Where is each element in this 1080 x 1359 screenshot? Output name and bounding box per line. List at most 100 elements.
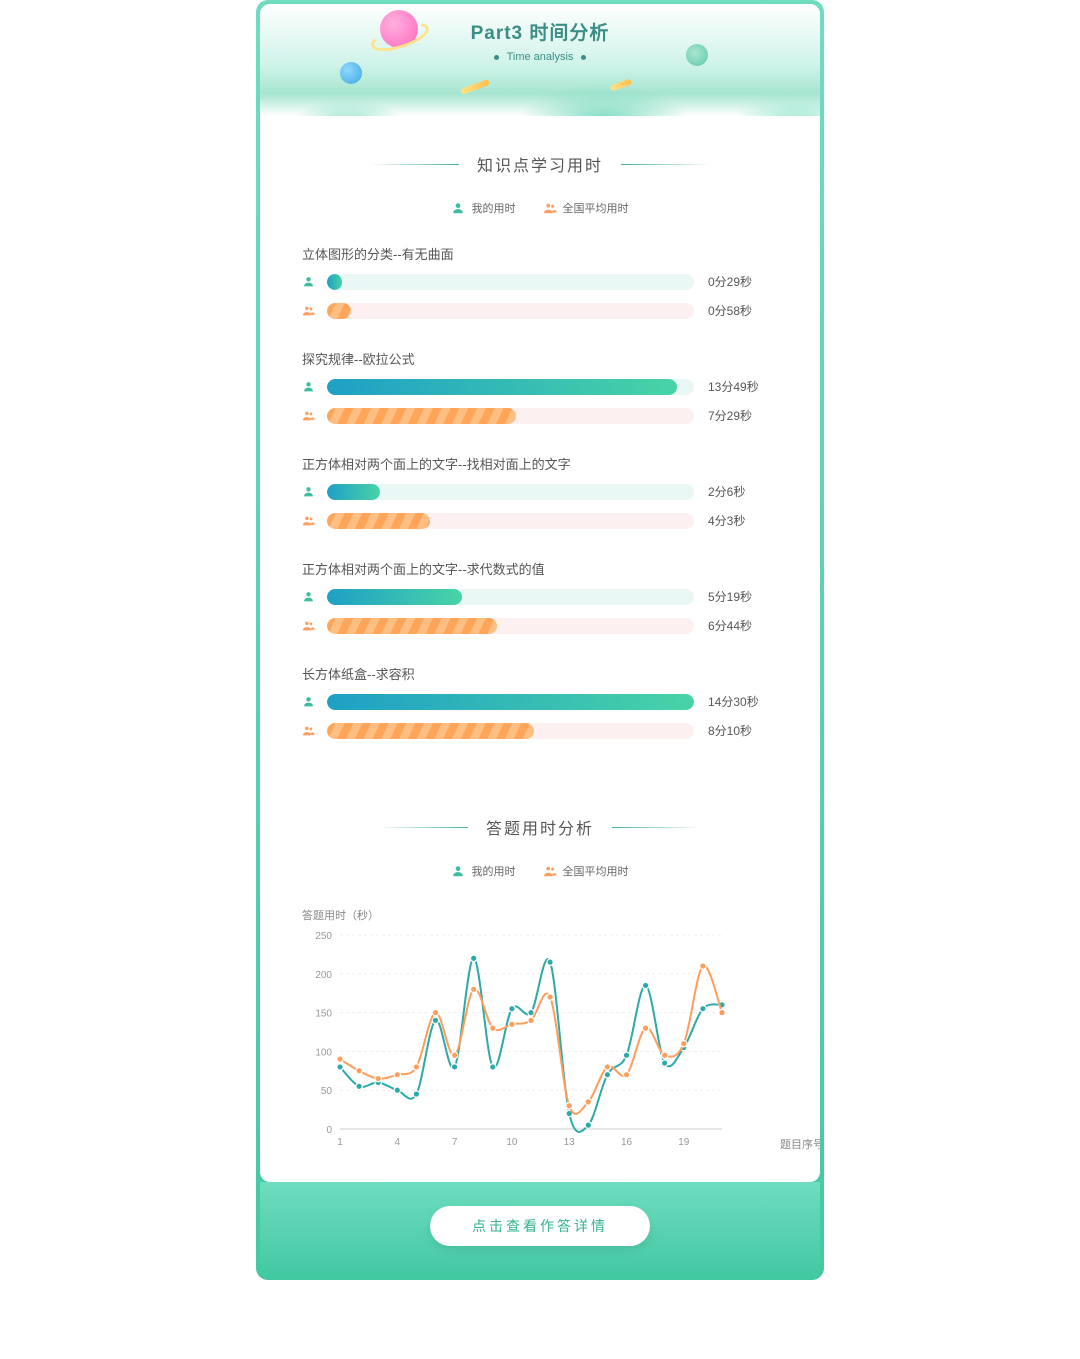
divider-line-right <box>621 164 711 165</box>
knowledge-item: 长方体纸盒--求容积 14分30秒 8分10秒 <box>302 664 778 739</box>
section-title-text: 答题用时分析 <box>486 815 594 839</box>
group-icon <box>543 864 557 878</box>
view-answer-details-button[interactable]: 点击查看作答详情 <box>430 1206 650 1246</box>
bar-fill <box>327 589 462 605</box>
time-value-avg: 6分44秒 <box>708 617 778 634</box>
bar-track <box>327 589 694 605</box>
knowledge-item-title: 正方体相对两个面上的文字--找相对面上的文字 <box>302 454 778 473</box>
divider-line-left <box>378 827 468 828</box>
legend-label-avg: 全国平均用时 <box>563 200 629 216</box>
bar-track <box>327 513 694 529</box>
group-icon <box>302 409 315 422</box>
time-bar-mine: 13分49秒 <box>302 378 778 395</box>
svg-text:4: 4 <box>395 1137 401 1148</box>
group-icon <box>302 619 315 632</box>
bar-track <box>327 379 694 395</box>
footer: 点击查看作答详情 <box>260 1182 820 1276</box>
legend-item-avg: 全国平均用时 <box>543 863 629 879</box>
bar-fill <box>327 274 342 290</box>
time-value-mine: 13分49秒 <box>708 378 778 395</box>
report-card: Part3 时间分析 Time analysis 知识点学习用时 我的用时 全国… <box>256 0 824 1280</box>
time-bar-avg: 7分29秒 <box>302 407 778 424</box>
svg-text:250: 250 <box>315 931 332 942</box>
bar-track <box>327 484 694 500</box>
knowledge-item: 正方体相对两个面上的文字--找相对面上的文字 2分6秒 4分3秒 <box>302 454 778 529</box>
time-bar-mine: 5分19秒 <box>302 588 778 605</box>
group-icon <box>302 514 315 527</box>
chart-box: 05010015020025014710131619 题目序号 <box>302 927 778 1162</box>
time-value-avg: 7分29秒 <box>708 407 778 424</box>
section-title-text: 知识点学习用时 <box>477 152 603 176</box>
knowledge-item-title: 正方体相对两个面上的文字--求代数式的值 <box>302 559 778 578</box>
svg-text:13: 13 <box>564 1137 576 1148</box>
person-icon <box>302 695 315 708</box>
section-title: 知识点学习用时 <box>260 152 820 176</box>
time-bar-mine: 0分29秒 <box>302 273 778 290</box>
knowledge-item-title: 探究规律--欧拉公式 <box>302 349 778 368</box>
bar-fill <box>327 618 497 634</box>
svg-text:150: 150 <box>315 1009 332 1020</box>
planet-blue-icon <box>340 62 362 84</box>
time-bar-mine: 14分30秒 <box>302 693 778 710</box>
time-value-avg: 4分3秒 <box>708 512 778 529</box>
person-icon <box>302 590 315 603</box>
knowledge-item-title: 长方体纸盒--求容积 <box>302 664 778 683</box>
svg-text:200: 200 <box>315 970 332 981</box>
knowledge-time-list: 立体图形的分类--有无曲面 0分29秒 0分58秒探究规律--欧拉公式 13分49秒 7… <box>260 244 820 779</box>
time-value-mine: 2分6秒 <box>708 483 778 500</box>
person-icon <box>451 864 465 878</box>
svg-text:19: 19 <box>678 1137 690 1148</box>
card-inner: Part3 时间分析 Time analysis 知识点学习用时 我的用时 全国… <box>260 4 820 1182</box>
person-icon <box>302 380 315 393</box>
time-value-mine: 5分19秒 <box>708 588 778 605</box>
time-value-mine: 14分30秒 <box>708 693 778 710</box>
time-value-mine: 0分29秒 <box>708 273 778 290</box>
time-bar-mine: 2分6秒 <box>302 483 778 500</box>
legend-label-avg: 全国平均用时 <box>563 863 629 879</box>
chart-ylabel: 答题用时（秒） <box>302 907 778 923</box>
time-bar-avg: 8分10秒 <box>302 722 778 739</box>
time-value-avg: 0分58秒 <box>708 302 778 319</box>
legend: 我的用时 全国平均用时 <box>260 863 820 881</box>
time-value-avg: 8分10秒 <box>708 722 778 739</box>
section-title: 答题用时分析 <box>260 815 820 839</box>
bar-track <box>327 618 694 634</box>
legend-item-mine: 我的用时 <box>451 863 515 879</box>
bar-track <box>327 408 694 424</box>
knowledge-item: 立体图形的分类--有无曲面 0分29秒 0分58秒 <box>302 244 778 319</box>
time-bar-avg: 0分58秒 <box>302 302 778 319</box>
svg-text:0: 0 <box>326 1125 332 1136</box>
time-bar-avg: 4分3秒 <box>302 512 778 529</box>
bar-fill <box>327 723 534 739</box>
chart-xlabel: 题目序号 <box>780 1136 820 1152</box>
bar-fill <box>327 694 694 710</box>
answer-time-chart: 答题用时（秒） 05010015020025014710131619 题目序号 <box>260 907 820 1182</box>
page-subtitle: Time analysis <box>260 51 820 63</box>
bar-track <box>327 694 694 710</box>
line-chart-svg: 05010015020025014710131619 <box>302 927 732 1157</box>
time-bar-avg: 6分44秒 <box>302 617 778 634</box>
svg-text:1: 1 <box>337 1137 343 1148</box>
moon-icon <box>686 44 708 66</box>
bar-fill <box>327 513 430 529</box>
legend-item-mine: 我的用时 <box>451 200 515 216</box>
knowledge-item-title: 立体图形的分类--有无曲面 <box>302 244 778 263</box>
legend-label-mine: 我的用时 <box>471 863 515 879</box>
group-icon <box>543 201 557 215</box>
person-icon <box>451 201 465 215</box>
divider-line-right <box>612 827 702 828</box>
bar-fill <box>327 303 351 319</box>
bar-fill <box>327 484 380 500</box>
svg-text:10: 10 <box>506 1137 518 1148</box>
bar-track <box>327 303 694 319</box>
legend-item-avg: 全国平均用时 <box>543 200 629 216</box>
svg-text:50: 50 <box>321 1086 333 1097</box>
knowledge-item: 探究规律--欧拉公式 13分49秒 7分29秒 <box>302 349 778 424</box>
divider-line-left <box>369 164 459 165</box>
svg-text:16: 16 <box>621 1137 633 1148</box>
person-icon <box>302 275 315 288</box>
legend-label-mine: 我的用时 <box>471 200 515 216</box>
knowledge-item: 正方体相对两个面上的文字--求代数式的值 5分19秒 6分44秒 <box>302 559 778 634</box>
legend: 我的用时 全国平均用时 <box>260 200 820 218</box>
header-banner: Part3 时间分析 Time analysis <box>260 4 820 116</box>
